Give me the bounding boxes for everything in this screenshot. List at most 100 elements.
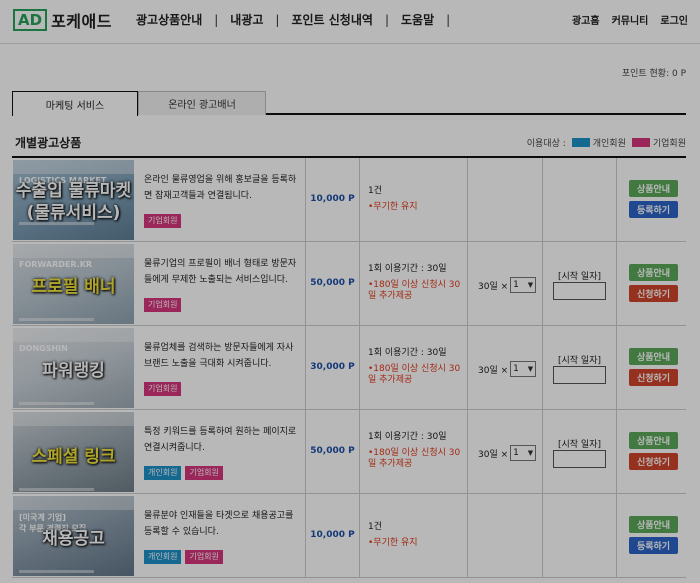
product-price: 50,000 P [310, 278, 355, 288]
member-badge: 기업회원 [144, 214, 182, 228]
info-note: •무기한 유지 [368, 538, 418, 548]
tab-bar: 마케팅 서비스 온라인 광고배너 [12, 91, 686, 116]
register-button[interactable]: 등록하기 [629, 537, 678, 554]
info-main: 1회 이용기간 : 30일 [368, 264, 447, 274]
info-main: 1회 이용기간 : 30일 [368, 348, 447, 358]
product-price: 10,000 P [310, 194, 355, 204]
date-cell: [시작 일자] [543, 410, 617, 494]
apply-button[interactable]: 신청하기 [629, 285, 678, 302]
qty-selector: 30일 × 1 ▼ [478, 445, 537, 461]
date-cell [543, 158, 617, 242]
thumb-cell: FORWARDER.KR 프로필 배너 [12, 242, 136, 326]
member-badge: 기업회원 [185, 550, 223, 564]
nav-item-point-history[interactable]: 포인트 신청내역 [291, 11, 372, 28]
product-info-button[interactable]: 상품안내 [629, 432, 678, 449]
product-info: 1회 이용기간 : 30일 •180일 이상 신청시 30일 추가제공 [368, 264, 463, 302]
product-info: 1건 •무기한 유지 [368, 186, 463, 213]
thumb-topbar [13, 412, 134, 426]
logo-text: 포케애드 [51, 12, 112, 31]
member-badge: 기업회원 [185, 466, 223, 480]
apply-button[interactable]: 신청하기 [629, 369, 678, 386]
register-button[interactable]: 등록하기 [629, 201, 678, 218]
thumb-title: 파워랭킹 [42, 361, 105, 381]
product-thumbnail[interactable]: DONGSHIN 파워랭킹 [13, 328, 134, 408]
product-thumbnail[interactable]: LOGISTICS MARKET 수출입 물류마켓 (물류서비스) [13, 160, 134, 240]
info-note: •180일 이상 신청시 30일 추가제공 [368, 280, 461, 301]
price-cell: 10,000 P [306, 494, 360, 578]
nav-item-my-ads[interactable]: 내광고 [230, 11, 263, 28]
product-description: 물류업체를 검색하는 방문자들에게 자사 브랜드 노출을 극대화 시켜줍니다. [144, 343, 294, 369]
price-cell: 50,000 P [306, 242, 360, 326]
start-date-input[interactable] [553, 366, 606, 384]
thumb-title: 프로필 배너 [31, 277, 116, 297]
legend-swatch-business [631, 138, 650, 147]
thumb-topbar [13, 244, 134, 258]
product-description: 온라인 물류영업을 위해 홍보글을 등록하면 잠재고객들과 연결됩니다. [144, 175, 297, 201]
thumb-stripe [19, 570, 94, 573]
product-thumbnail[interactable]: [미국계 기업] 각 부문 경력직 모집 채용공고 [13, 496, 134, 576]
tab-marketing-service[interactable]: 마케팅 서비스 [12, 91, 138, 116]
nav-item-help[interactable]: 도움말 [401, 11, 434, 28]
qty-value: 1 [513, 280, 519, 290]
product-description: 물류분야 인재들을 타겟으로 채용공고를 등록할 수 있습니다. [144, 511, 294, 537]
thumb-caption: FORWARDER.KR [19, 260, 93, 269]
qty-cell [468, 158, 543, 242]
legend-business: 기업회원 [652, 139, 686, 149]
product-info: 1회 이용기간 : 30일 •180일 이상 신청시 30일 추가제공 [368, 432, 463, 470]
nav-separator: | [384, 12, 389, 27]
button-cell: 상품안내 신청하기 [617, 410, 686, 494]
legend-label: 이용대상 : [526, 139, 566, 149]
qty-select[interactable]: 1 ▼ [510, 277, 537, 293]
price-cell: 30,000 P [306, 326, 360, 410]
member-badges: 기업회원 [144, 214, 182, 228]
member-badges: 개인회원 기업회원 [144, 550, 223, 564]
chevron-down-icon: ▼ [527, 449, 534, 457]
thumb-title: 수출입 물류마켓 (물류서비스) [15, 181, 132, 223]
desc-cell: 온라인 물류영업을 위해 홍보글을 등록하면 잠재고객들과 연결됩니다. 기업회… [136, 158, 306, 242]
qty-value: 1 [513, 364, 519, 374]
thumb-topbar [13, 496, 134, 510]
main-nav: 광고상품안내 | 내광고 | 포인트 신청내역 | 도움말 | [136, 11, 450, 28]
qty-label: 30일 × [478, 365, 509, 376]
table-row: LOGISTICS MARKET 수출입 물류마켓 (물류서비스) 온라인 물류… [12, 158, 686, 242]
product-thumbnail[interactable]: FORWARDER.KR 프로필 배너 [13, 244, 134, 324]
tab-online-banner[interactable]: 온라인 광고배너 [138, 91, 266, 115]
qty-cell: 30일 × 1 ▼ [468, 410, 543, 494]
product-description: 물류기업의 프로필이 배너 형태로 방문자들에게 무제한 노출되는 서비스입니다… [144, 259, 297, 285]
info-cell: 1회 이용기간 : 30일 •180일 이상 신청시 30일 추가제공 [360, 410, 468, 494]
qty-select[interactable]: 1 ▼ [510, 361, 537, 377]
table-row: 스페셜 링크 특정 키워드를 등록하여 원하는 페이지로 연결시켜줍니다. 개인… [12, 410, 686, 494]
info-cell: 1회 이용기간 : 30일 •180일 이상 신청시 30일 추가제공 [360, 242, 468, 326]
legend-individual: 개인회원 [592, 139, 626, 149]
nav-item-products[interactable]: 광고상품안내 [136, 11, 202, 28]
product-info-button[interactable]: 상품안내 [629, 516, 678, 533]
util-link-community[interactable]: 커뮤니티 [612, 12, 649, 27]
desc-cell: 물류분야 인재들을 타겟으로 채용공고를 등록할 수 있습니다. 개인회원 기업회… [136, 494, 306, 578]
info-cell: 1건 •무기한 유지 [360, 158, 468, 242]
chevron-down-icon: ▼ [527, 365, 534, 373]
product-info-button[interactable]: 상품안내 [629, 348, 678, 365]
info-main: 1회 이용기간 : 30일 [368, 432, 447, 442]
site-logo[interactable]: AD 포케애드 [13, 8, 112, 32]
info-main: 1건 [368, 186, 383, 196]
thumb-title: 채용공고 [42, 529, 105, 549]
table-row: DONGSHIN 파워랭킹 물류업체를 검색하는 방문자들에게 자사 브랜드 노… [12, 326, 686, 410]
qty-cell: 30일 × 1 ▼ [468, 242, 543, 326]
legend: 이용대상 : 개인회원 기업회원 [527, 136, 686, 149]
start-date-input[interactable] [553, 450, 606, 468]
util-link-ad-home[interactable]: 광고홈 [572, 12, 600, 27]
desc-cell: 물류업체를 검색하는 방문자들에게 자사 브랜드 노출을 극대화 시켜줍니다. … [136, 326, 306, 410]
info-note: •180일 이상 신청시 30일 추가제공 [368, 364, 461, 385]
product-info: 1건 •무기한 유지 [368, 522, 463, 549]
product-info-button[interactable]: 상품안내 [629, 180, 678, 197]
member-badges: 개인회원 기업회원 [144, 466, 223, 480]
header: AD 포케애드 광고상품안내 | 내광고 | 포인트 신청내역 | 도움말 | … [0, 0, 700, 44]
thumb-cell: DONGSHIN 파워랭킹 [12, 326, 136, 410]
product-info-button[interactable]: 상품안내 [629, 264, 678, 281]
util-link-login[interactable]: 로그인 [660, 12, 688, 27]
chevron-down-icon: ▼ [527, 281, 534, 289]
product-thumbnail[interactable]: 스페셜 링크 [13, 412, 134, 492]
apply-button[interactable]: 신청하기 [629, 453, 678, 470]
start-date-input[interactable] [553, 282, 606, 300]
qty-select[interactable]: 1 ▼ [510, 445, 537, 461]
